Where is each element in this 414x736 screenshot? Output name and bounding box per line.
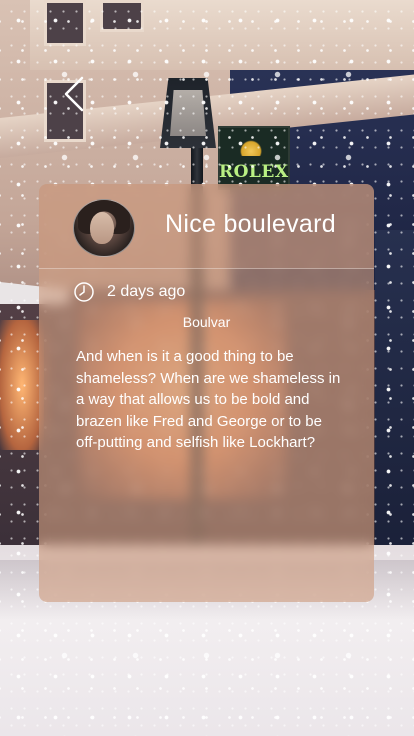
post-card: Nice boulevard 2 days ago Boulvar And wh… (39, 184, 374, 602)
chevron-left-icon (62, 74, 86, 114)
back-button[interactable] (52, 70, 96, 118)
clock-icon (73, 281, 95, 303)
timestamp: 2 days ago (107, 283, 186, 300)
crown-icon (240, 140, 262, 156)
author-name: Boulvar (182, 314, 231, 330)
post-title: Nice boulevard (165, 210, 336, 238)
timestamp-row: 2 days ago (73, 281, 185, 303)
post-body: And when is it a good thing to be shamel… (76, 348, 341, 451)
rolex-sign-text: ROLEX (219, 162, 289, 182)
avatar[interactable] (73, 199, 135, 257)
card-header: Nice boulevard (39, 184, 374, 269)
